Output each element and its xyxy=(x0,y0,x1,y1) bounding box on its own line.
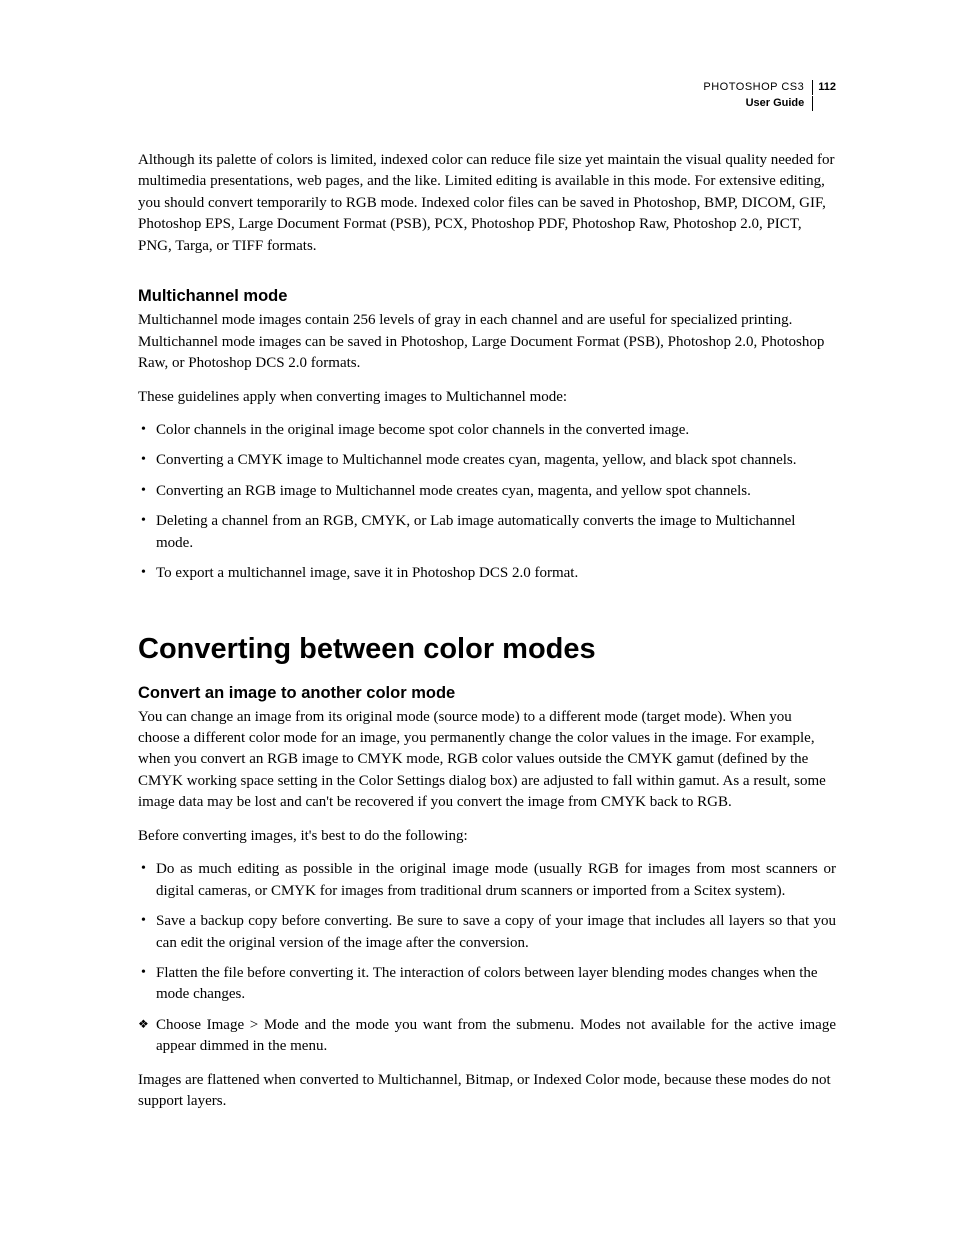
running-header: PHOTOSHOP CS3112 User Guide112 xyxy=(703,80,836,111)
convert-image-para-1: You can change an image from its origina… xyxy=(138,707,836,814)
list-item: Deleting a channel from an RGB, CMYK, or… xyxy=(138,511,836,554)
page-number: 112 xyxy=(813,80,836,95)
multichannel-para-1: Multichannel mode images contain 256 lev… xyxy=(138,310,836,374)
list-item: Flatten the file before converting it. T… xyxy=(138,963,836,1006)
multichannel-para-2: These guidelines apply when converting i… xyxy=(138,387,836,408)
intro-paragraph: Although its palette of colors is limite… xyxy=(138,150,836,257)
list-item: Converting a CMYK image to Multichannel … xyxy=(138,450,836,471)
product-name: PHOTOSHOP CS3 xyxy=(703,80,813,95)
list-item: Do as much editing as possible in the or… xyxy=(138,859,836,902)
convert-image-bullet-list: Do as much editing as possible in the or… xyxy=(138,859,836,1006)
list-item: Color channels in the original image bec… xyxy=(138,420,836,441)
list-item: To export a multichannel image, save it … xyxy=(138,563,836,584)
convert-image-para-2: Before converting images, it's best to d… xyxy=(138,826,836,847)
list-item: Save a backup copy before converting. Be… xyxy=(138,911,836,954)
convert-image-heading: Convert an image to another color mode xyxy=(138,684,836,703)
diamond-instruction: Choose Image > Mode and the mode you wan… xyxy=(138,1015,836,1058)
list-item: Converting an RGB image to Multichannel … xyxy=(138,481,836,502)
guide-label: User Guide xyxy=(746,96,814,111)
multichannel-heading: Multichannel mode xyxy=(138,287,836,306)
multichannel-bullet-list: Color channels in the original image bec… xyxy=(138,420,836,585)
converting-section-heading: Converting between color modes xyxy=(138,633,836,666)
convert-image-para-3: Images are flattened when converted to M… xyxy=(138,1070,836,1113)
